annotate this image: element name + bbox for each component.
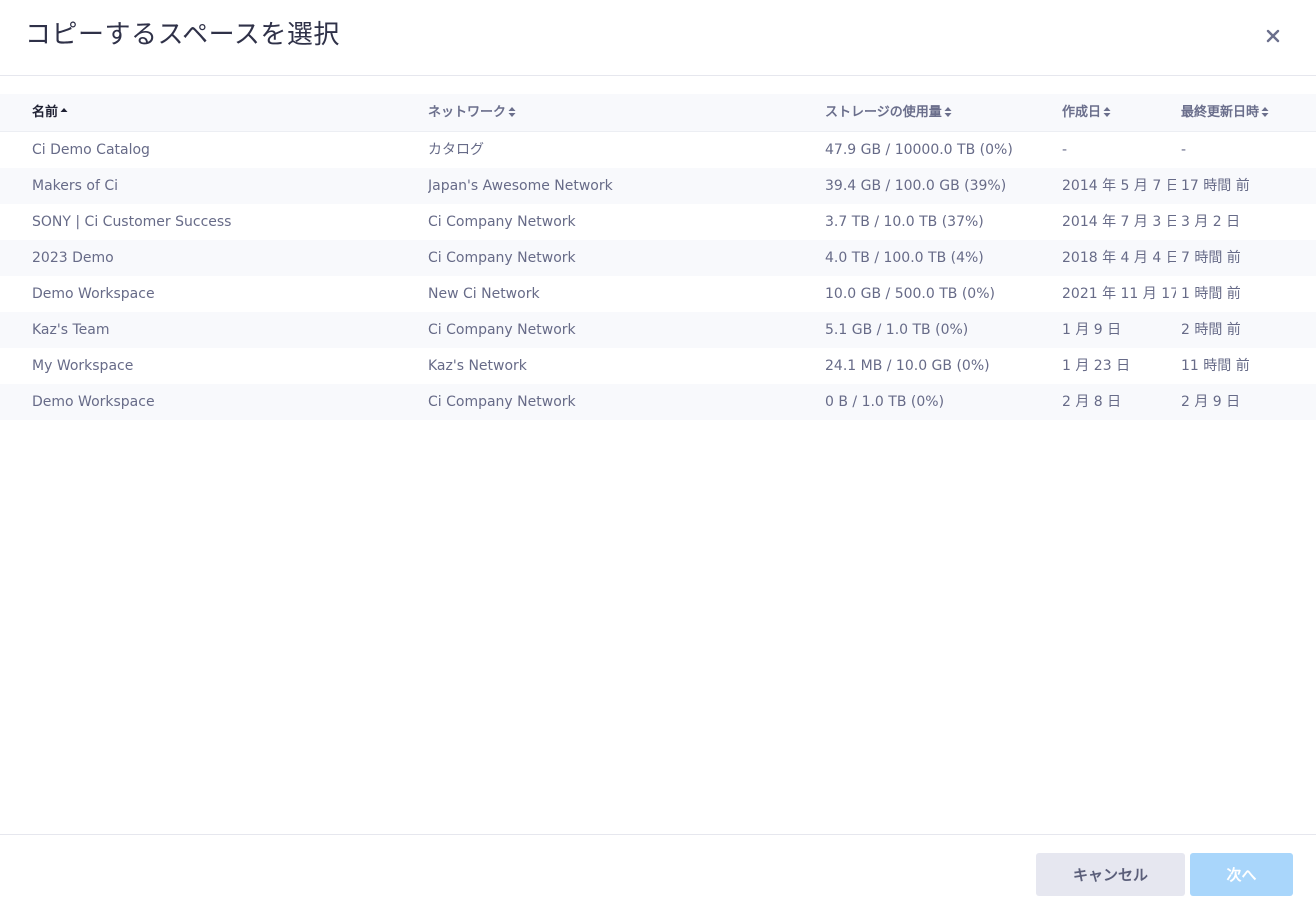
table-row[interactable]: My Workspace Kaz's Network 24.1 MB / 10.…	[0, 348, 1316, 384]
cell-storage: 5.1 GB / 1.0 TB (0%)	[825, 322, 969, 338]
table-row[interactable]: Demo Workspace Ci Company Network 0 B / …	[0, 384, 1316, 420]
column-header-label: 最終更新日時	[1181, 105, 1260, 120]
cell-name: 2023 Demo	[32, 250, 114, 266]
cell-name: Makers of Ci	[32, 178, 118, 194]
cell-name: Kaz's Team	[32, 322, 110, 338]
column-header-label: ネットワーク	[428, 105, 507, 120]
cell-updated: 2 時間 前	[1181, 322, 1241, 338]
cell-created: 1 月 9 日	[1062, 322, 1122, 338]
cell-updated: -	[1181, 142, 1187, 158]
table-row[interactable]: Kaz's Team Ci Company Network 5.1 GB / 1…	[0, 312, 1316, 348]
column-header-network[interactable]: ネットワーク	[428, 94, 516, 132]
cell-storage: 0 B / 1.0 TB (0%)	[825, 394, 945, 410]
close-icon	[1266, 29, 1280, 43]
cell-updated: 2 月 9 日	[1181, 394, 1241, 410]
sort-ascending-icon	[60, 107, 68, 112]
cell-created: 2018 年 4 月 4 日	[1062, 250, 1176, 266]
cell-name: My Workspace	[32, 358, 134, 374]
cell-network: Ci Company Network	[428, 322, 576, 338]
cell-created: -	[1062, 142, 1068, 158]
column-header-updated[interactable]: 最終更新日時	[1181, 94, 1269, 132]
table-row[interactable]: Demo Workspace New Ci Network 10.0 GB / …	[0, 276, 1316, 312]
cell-name: SONY | Ci Customer Success	[32, 214, 232, 230]
table-row[interactable]: Makers of Ci Japan's Awesome Network 39.…	[0, 168, 1316, 204]
table-row[interactable]: 2023 Demo Ci Company Network 4.0 TB / 10…	[0, 240, 1316, 276]
column-header-storage[interactable]: ストレージの使用量	[825, 94, 952, 132]
cell-created: 2014 年 5 月 7 日	[1062, 178, 1176, 194]
cell-name: Ci Demo Catalog	[32, 142, 150, 158]
sort-icon	[508, 106, 516, 117]
cell-name: Demo Workspace	[32, 394, 155, 410]
cell-storage: 3.7 TB / 10.0 TB (37%)	[825, 214, 984, 230]
table-header: 名前 ネットワーク ストレージの使用量 作成日 最終更新日時	[0, 94, 1316, 132]
cell-created: 1 月 23 日	[1062, 358, 1131, 374]
close-button[interactable]	[1259, 22, 1287, 50]
cell-network: カタログ	[428, 142, 484, 158]
cell-storage: 47.9 GB / 10000.0 TB (0%)	[825, 142, 1013, 158]
cell-network: Ci Company Network	[428, 394, 576, 410]
copy-space-dialog: コピーするスペースを選択 名前 ネットワーク ストレージの使用量 作成日 最終更…	[0, 0, 1316, 912]
cell-updated: 17 時間 前	[1181, 178, 1250, 194]
cell-network: Ci Company Network	[428, 250, 576, 266]
cell-updated: 3 月 2 日	[1181, 214, 1241, 230]
cancel-button[interactable]: キャンセル	[1036, 853, 1185, 896]
cell-created: 2 月 8 日	[1062, 394, 1122, 410]
table-row[interactable]: SONY | Ci Customer Success Ci Company Ne…	[0, 204, 1316, 240]
cell-created: 2021 年 11 月 17	[1062, 286, 1176, 302]
dialog-header: コピーするスペースを選択	[0, 0, 1316, 76]
cell-updated: 1 時間 前	[1181, 286, 1241, 302]
cell-network: New Ci Network	[428, 286, 540, 302]
dialog-title: コピーするスペースを選択	[25, 20, 340, 50]
column-header-label: 作成日	[1062, 105, 1102, 120]
cell-updated: 7 時間 前	[1181, 250, 1241, 266]
cell-created: 2014 年 7 月 3 日	[1062, 214, 1176, 230]
cell-storage: 4.0 TB / 100.0 TB (4%)	[825, 250, 984, 266]
cell-network: Kaz's Network	[428, 358, 527, 374]
spaces-table: 名前 ネットワーク ストレージの使用量 作成日 最終更新日時 Ci Demo C…	[0, 94, 1316, 420]
cell-name: Demo Workspace	[32, 286, 155, 302]
sort-icon	[1103, 106, 1111, 117]
next-button[interactable]: 次へ	[1190, 853, 1293, 896]
column-header-name[interactable]: 名前	[32, 94, 68, 132]
cell-storage: 39.4 GB / 100.0 GB (39%)	[825, 178, 1007, 194]
sort-icon	[1261, 106, 1269, 117]
column-header-label: ストレージの使用量	[825, 105, 942, 120]
cell-updated: 11 時間 前	[1181, 358, 1250, 374]
cell-storage: 10.0 GB / 500.0 TB (0%)	[825, 286, 995, 302]
table-row[interactable]: Ci Demo Catalog カタログ 47.9 GB / 10000.0 T…	[0, 132, 1316, 168]
column-header-created[interactable]: 作成日	[1062, 94, 1111, 132]
cell-network: Ci Company Network	[428, 214, 576, 230]
sort-icon	[944, 106, 952, 117]
cell-network: Japan's Awesome Network	[428, 178, 613, 194]
cell-storage: 24.1 MB / 10.0 GB (0%)	[825, 358, 990, 374]
dialog-footer: キャンセル 次へ	[0, 834, 1316, 912]
column-header-label: 名前	[32, 105, 59, 120]
